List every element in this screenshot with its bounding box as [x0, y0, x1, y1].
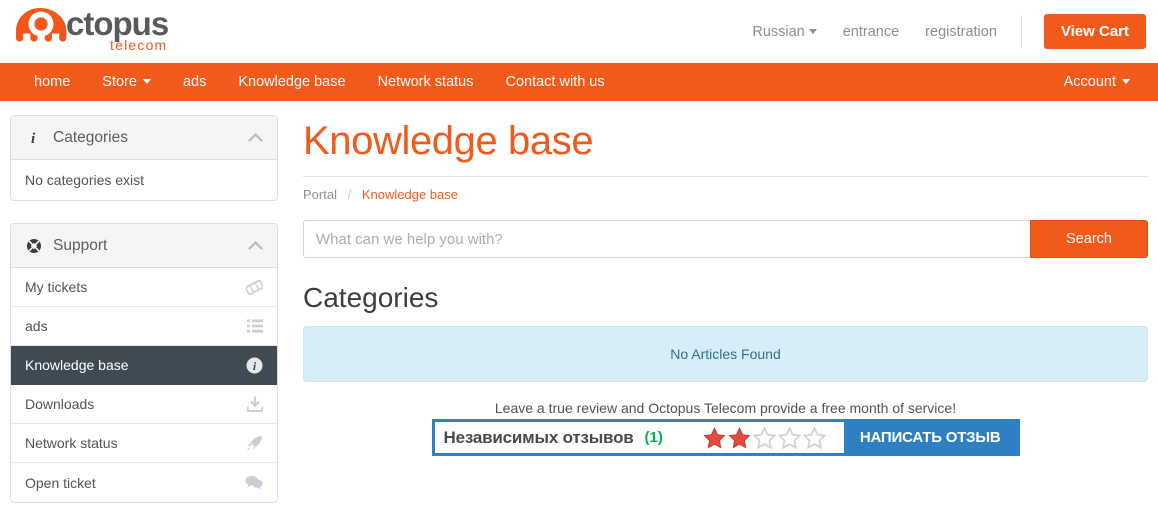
star-empty-icon: [777, 426, 801, 449]
sidebar-item-label: Downloads: [25, 396, 95, 412]
info-italic-icon: i: [25, 130, 43, 145]
star-filled-icon: [728, 426, 751, 448]
header-divider: [1020, 14, 1022, 49]
categories-panel: i Categories No categories exist: [10, 115, 278, 201]
chevron-down-icon: [808, 28, 817, 34]
nav-item-network-status[interactable]: Network status: [362, 63, 490, 101]
site-logo[interactable]: ctopus telecom: [10, 2, 190, 58]
sidebar-item-label: Network status: [25, 435, 118, 451]
info-circle-icon: i: [246, 357, 263, 374]
star-rating[interactable]: [703, 426, 828, 449]
categories-panel-title: Categories: [53, 128, 128, 146]
sidebar: i Categories No categories exist Support…: [0, 101, 288, 522]
sidebar-item-label: ads: [25, 318, 48, 334]
star-empty-icon: [802, 426, 826, 449]
star-filled-icon: [703, 426, 726, 448]
svg-text:i: i: [31, 131, 36, 145]
support-panel: Support My tickets ads Knowledge base i …: [10, 223, 278, 503]
octopus-logo-icon: ctopus telecom: [16, 5, 169, 53]
list-icon: [247, 319, 263, 333]
download-icon: [247, 396, 263, 412]
independent-reviews-widget: Независимых отзывов (1) НАПИСАТЬ ОТЗЫВ: [431, 419, 1020, 456]
nav-item-home[interactable]: home: [18, 63, 86, 101]
nav-item-ads[interactable]: ads: [167, 63, 222, 101]
page-body: i Categories No categories exist Support…: [0, 101, 1158, 522]
breadcrumb-separator: /: [347, 187, 352, 202]
star-empty-icon: [752, 426, 776, 449]
search-input[interactable]: [303, 220, 1030, 258]
nav-item-contact[interactable]: Contact with us: [489, 63, 620, 101]
ticket-icon: [246, 279, 263, 295]
page-title: Knowledge base: [303, 119, 594, 163]
rocket-icon: [246, 435, 263, 452]
title-divider: [303, 176, 1148, 177]
top-header: ctopus telecom Russian entrance registra…: [0, 0, 1158, 63]
breadcrumb-current[interactable]: Knowledge base: [362, 187, 458, 202]
review-summary: Независимых отзывов (1): [435, 422, 844, 453]
breadcrumb: Portal / Knowledge base: [303, 187, 1148, 220]
chevron-up-icon[interactable]: [248, 129, 263, 147]
navbar-account-area: Account: [1048, 63, 1146, 101]
register-link[interactable]: registration: [925, 24, 997, 40]
review-caption: Leave a true review and Octopus Telecom …: [494, 400, 957, 416]
support-menu: My tickets ads Knowledge base i Download…: [11, 268, 277, 502]
nav-item-account-label: Account: [1063, 74, 1116, 90]
login-link[interactable]: entrance: [843, 24, 899, 40]
sidebar-item-label: Open ticket: [25, 474, 96, 491]
header-utility-nav: Russian entrance registration View Cart: [726, 0, 1158, 63]
sidebar-item-open-ticket[interactable]: Open ticket: [11, 463, 277, 502]
review-zone: Leave a true review and Octopus Telecom …: [303, 400, 1148, 456]
sidebar-item-label: Knowledge base: [25, 357, 129, 373]
nav-item-knowledge-base[interactable]: Knowledge base: [222, 63, 361, 101]
categories-empty-text: No categories exist: [25, 172, 145, 188]
write-review-button[interactable]: НАПИСАТЬ ОТЗЫВ: [843, 422, 1017, 453]
sidebar-item-network-status[interactable]: Network status: [11, 424, 277, 463]
main-navbar: home Store ads Knowledge base Network st…: [0, 63, 1158, 101]
language-label: Russian: [752, 23, 805, 40]
sidebar-item-my-tickets[interactable]: My tickets: [11, 268, 277, 307]
sidebar-item-ads[interactable]: ads: [11, 307, 277, 346]
nav-item-store[interactable]: Store: [86, 63, 167, 101]
chevron-down-icon: [1122, 79, 1130, 84]
categories-panel-header[interactable]: i Categories: [11, 116, 277, 160]
main-content: Knowledge base Portal / Knowledge base S…: [288, 101, 1158, 522]
view-cart-button[interactable]: View Cart: [1043, 14, 1146, 49]
support-panel-header[interactable]: Support: [11, 224, 277, 268]
no-articles-alert: No Articles Found: [303, 326, 1148, 382]
nav-item-store-label: Store: [102, 74, 137, 90]
sidebar-item-knowledge-base[interactable]: Knowledge base i: [11, 346, 277, 385]
lifebuoy-icon: [25, 238, 43, 254]
knowledge-base-search: Search: [303, 220, 1148, 258]
sidebar-item-downloads[interactable]: Downloads: [11, 385, 277, 424]
chevron-up-icon[interactable]: [248, 237, 263, 255]
support-panel-title: Support: [53, 236, 108, 254]
nav-item-account[interactable]: Account: [1048, 63, 1146, 101]
search-button[interactable]: Search: [1030, 220, 1148, 258]
review-label: Независимых отзывов: [443, 427, 634, 447]
navbar-links: home Store ads Knowledge base Network st…: [0, 63, 621, 101]
comments-icon: [245, 475, 263, 490]
language-selector[interactable]: Russian: [752, 23, 817, 40]
svg-text:telecom: telecom: [110, 37, 167, 53]
categories-heading: Categories: [303, 282, 439, 313]
breadcrumb-root[interactable]: Portal: [303, 187, 337, 202]
review-count-badge: (1): [644, 429, 663, 446]
sidebar-item-label: My tickets: [25, 279, 88, 295]
chevron-down-icon: [142, 79, 151, 84]
